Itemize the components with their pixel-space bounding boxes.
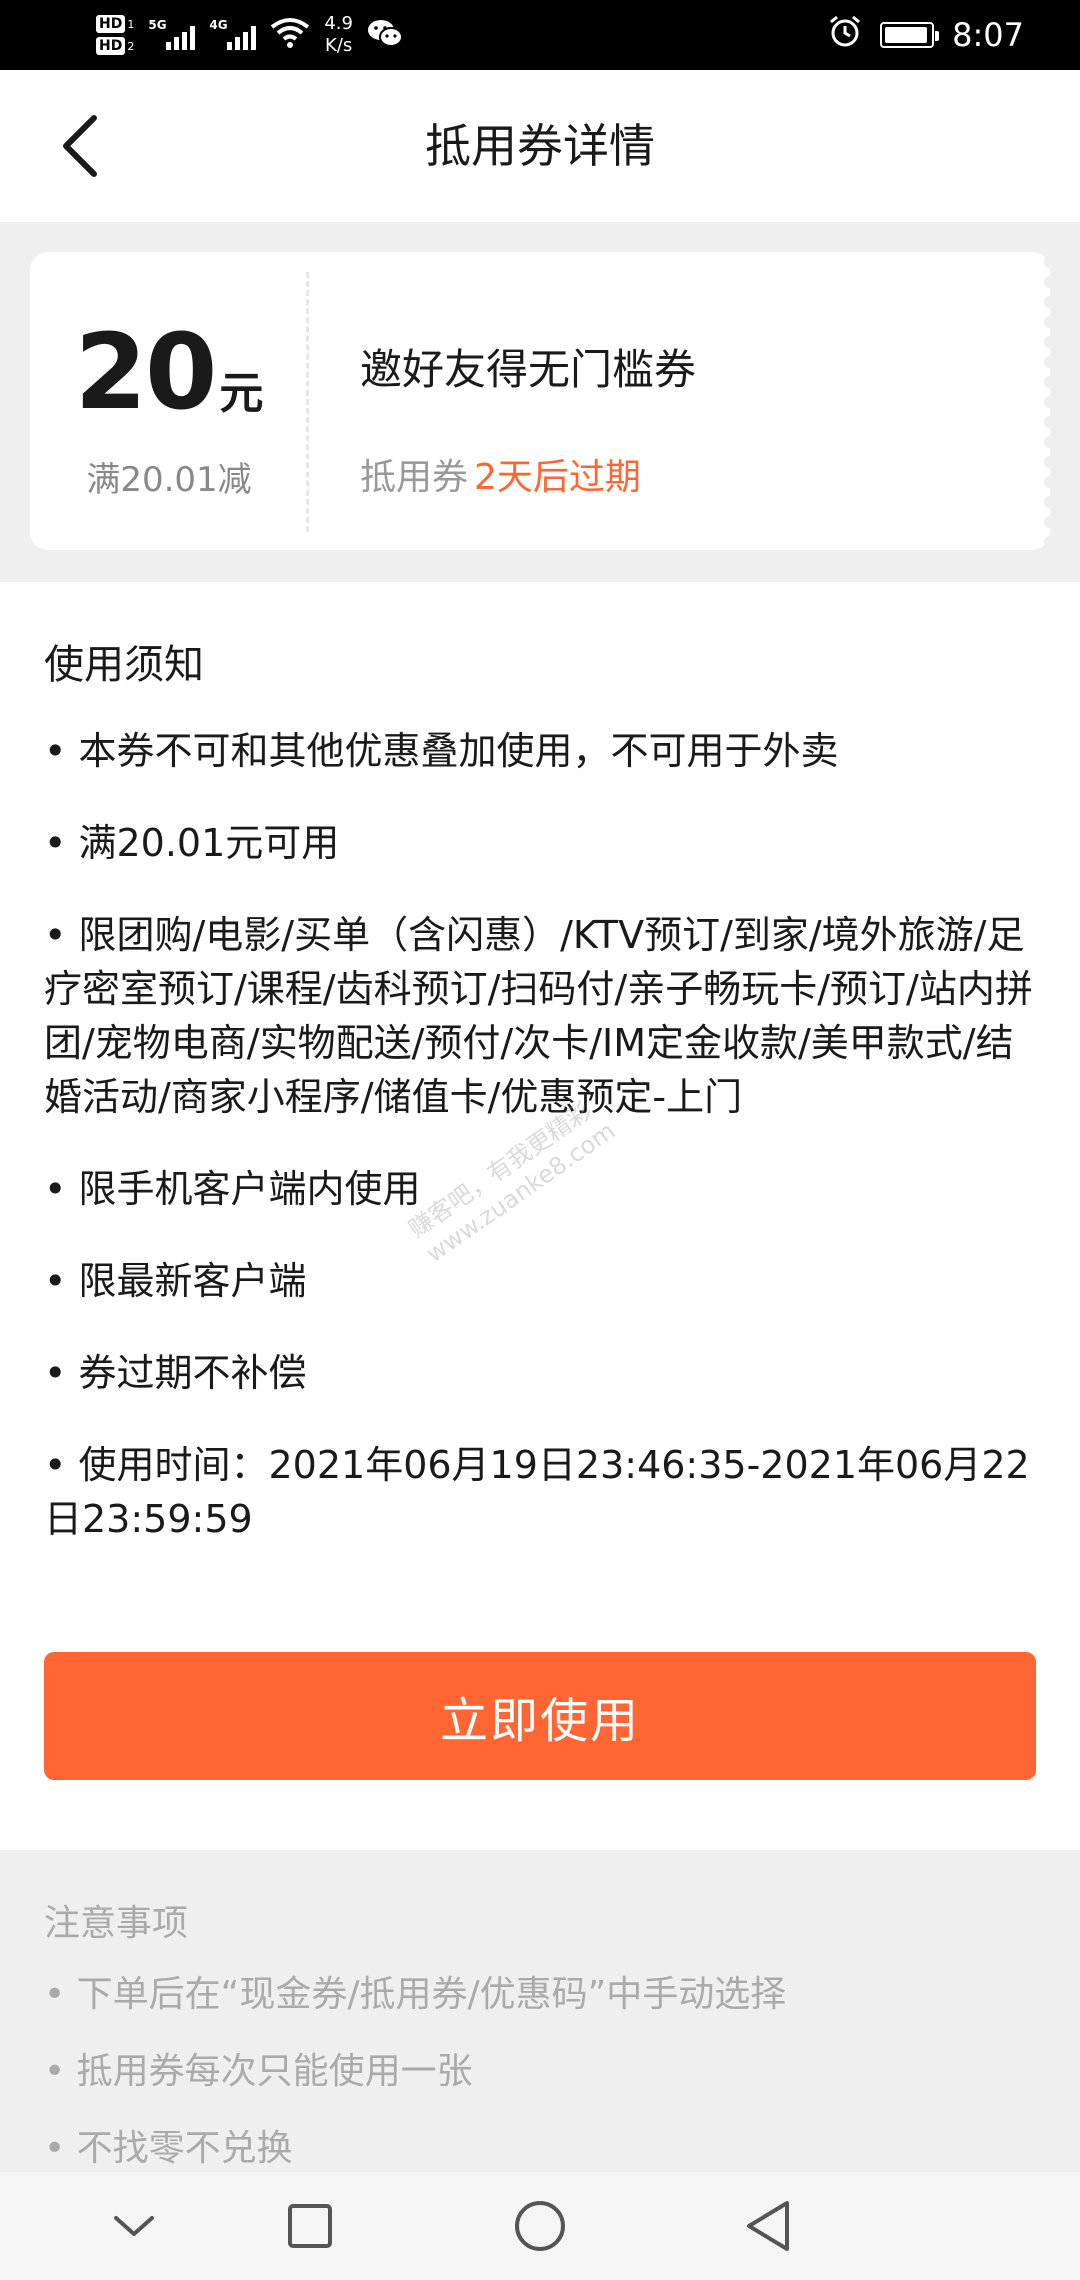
status-left: HD 1 HD 2 5G 4G 4.9 K/s [96, 6, 403, 64]
battery-level [885, 27, 927, 43]
coupon-card: 20 元 满20.01减 邀好友得无门槛券 抵用券 2天后过期 [30, 252, 1050, 550]
notice-rule: • 限团购/电影/买单（含闪惠）/KTV预订/到家/境外旅游/足疗密室预订/课程… [44, 913, 1033, 1119]
nav-hide-button[interactable] [80, 2172, 188, 2280]
hd-badge-1-sub: 1 [127, 17, 135, 31]
tip-item: • 下单后在“现金券/抵用券/优惠码”中手动选择 [44, 1974, 787, 2015]
battery-icon [880, 22, 940, 48]
triangle-back-icon [747, 2201, 789, 2251]
system-nav-bar [0, 2172, 1080, 2280]
coupon-amount-unit: 元 [219, 368, 264, 419]
coupon-name: 邀好友得无门槛券 [360, 345, 697, 394]
network-5g-label: 5G [148, 18, 167, 32]
chevron-down-icon [114, 2216, 154, 2236]
hd-indicators: HD 1 HD 2 [96, 15, 134, 55]
coupon-condition: 满20.01减 [86, 460, 252, 500]
hd-badge-1: HD [96, 15, 126, 33]
coupon-amount-number: 20 [74, 311, 218, 433]
app-header: 抵用券详情 [0, 70, 1080, 222]
coupon-value-panel: 20 元 满20.01减 [30, 252, 308, 550]
coupon-subtitle: 抵用券 2天后过期 [360, 448, 641, 500]
tips-section: 注意事项 • 下单后在“现金券/抵用券/优惠码”中手动选择 • 抵用券每次只能使… [0, 1850, 1080, 2172]
tips-title: 注意事项 [44, 1903, 189, 1944]
hd-badge-2: HD [96, 37, 126, 55]
hd-badge-2-sub: 2 [127, 39, 135, 53]
wechat-icon [367, 18, 403, 52]
coupon-divider [306, 272, 309, 532]
notice-rule: • 券过期不补偿 [44, 1351, 307, 1395]
usage-notice-section: 使用须知 • 本券不可和其他优惠叠加使用，不可用于外卖 • 满20.01元可用 … [0, 582, 1080, 1850]
tip-item: • 抵用券每次只能使用一张 [44, 2051, 473, 2092]
signal-5g-icon: 5G [148, 18, 196, 50]
nav-recents-button[interactable] [256, 2172, 364, 2280]
use-now-button[interactable]: 立即使用 [44, 1652, 1036, 1780]
notice-rule: • 本券不可和其他优惠叠加使用，不可用于外卖 [44, 729, 839, 773]
network-speed-value: 4.9 [324, 13, 353, 34]
square-icon [288, 2204, 332, 2248]
notice-title: 使用须知 [44, 642, 204, 688]
signal-4g-icon: 4G [209, 18, 257, 50]
notice-rule: • 使用时间：2021年06月19日23:46:35-2021年06月22日23… [44, 1443, 1030, 1541]
network-speed: 4.9 K/s [324, 13, 353, 57]
nav-home-button[interactable] [486, 2172, 594, 2280]
alarm-clock-icon [828, 14, 862, 56]
notice-rule: • 限最新客户端 [44, 1259, 307, 1303]
tips-list: • 下单后在“现金券/抵用券/优惠码”中手动选择 • 抵用券每次只能使用一张 •… [44, 1970, 786, 2201]
coupon-amount: 20 元 [30, 320, 308, 424]
wifi-icon [270, 17, 310, 53]
circle-icon [515, 2201, 565, 2251]
coupon-expiry: 2天后过期 [474, 457, 641, 498]
network-speed-unit: K/s [325, 35, 353, 56]
nav-back-button[interactable] [714, 2172, 822, 2280]
status-right: 8:07 [828, 0, 1024, 70]
status-time: 8:07 [952, 16, 1024, 54]
page-title: 抵用券详情 [425, 119, 655, 173]
coupon-type: 抵用券 [360, 457, 469, 498]
tip-item: • 不找零不兑换 [44, 2128, 293, 2169]
coupon-perforation [1036, 252, 1050, 550]
status-bar: HD 1 HD 2 5G 4G 4.9 K/s 8:07 [0, 0, 1080, 70]
network-4g-label: 4G [209, 18, 228, 32]
notice-rule: • 满20.01元可用 [44, 821, 340, 865]
